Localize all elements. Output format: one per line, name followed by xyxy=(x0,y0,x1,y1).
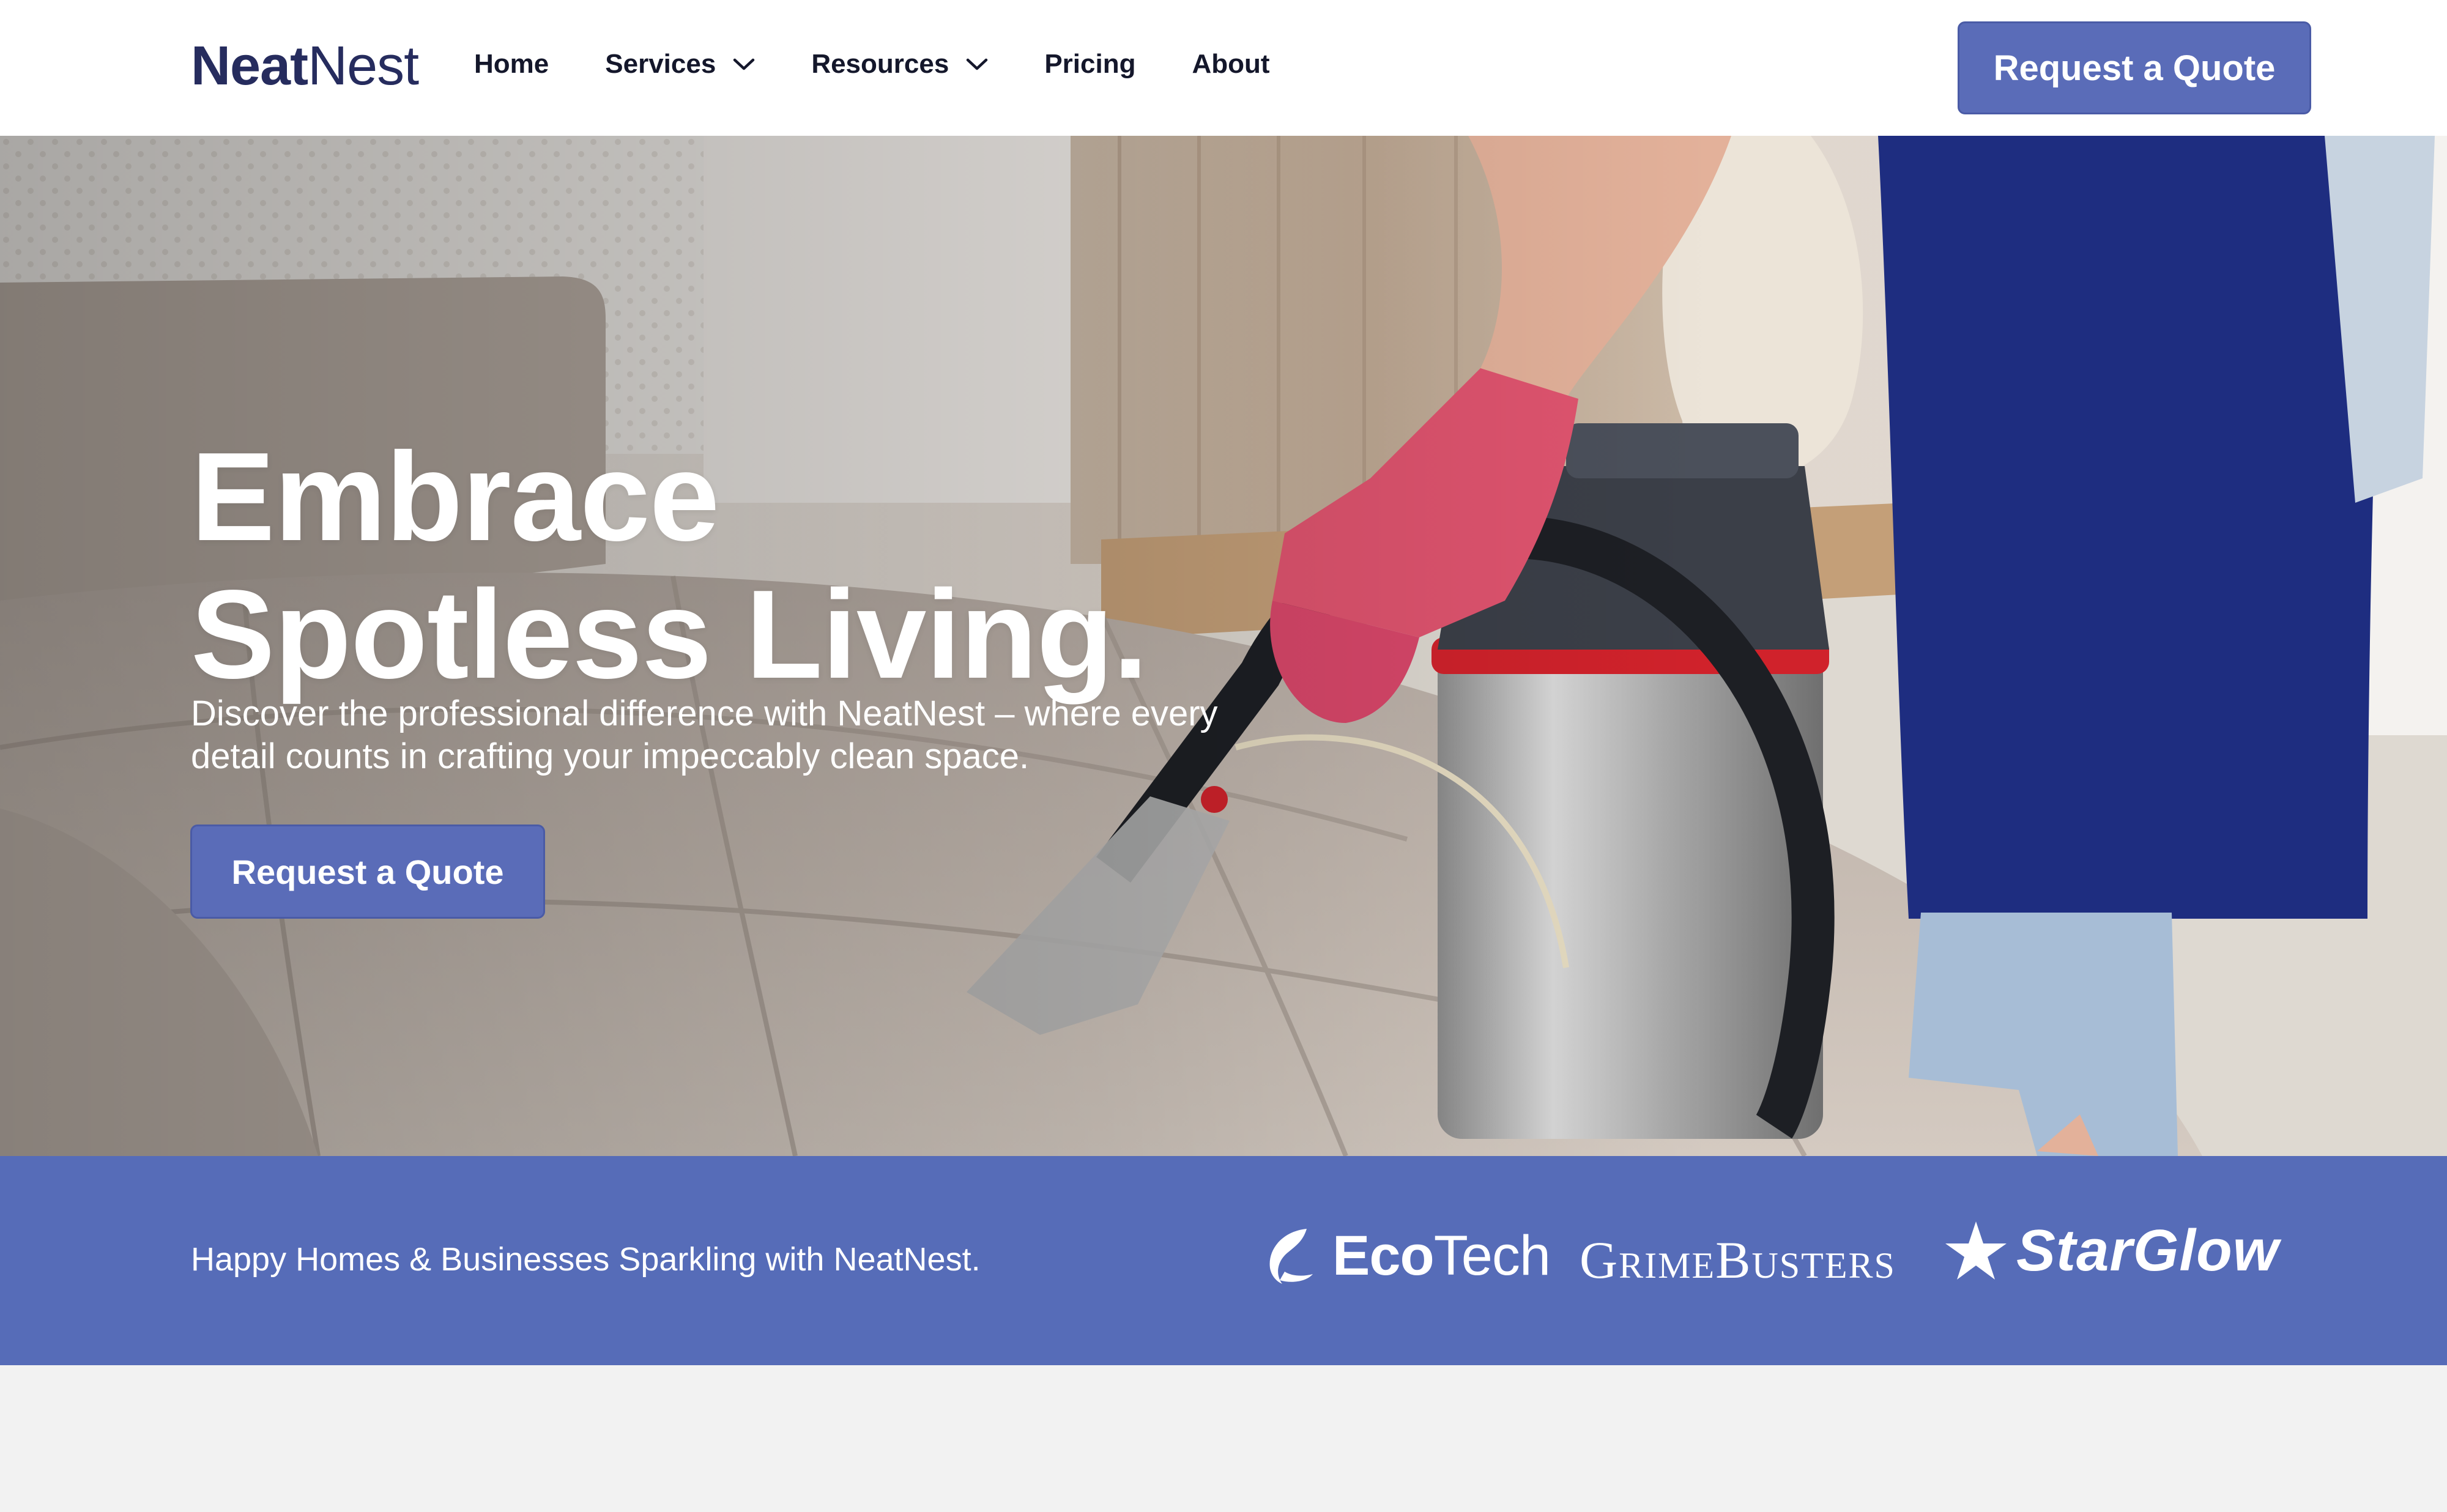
nav-home-label: Home xyxy=(474,49,549,79)
grimebusters-logo: GrimeBusters xyxy=(1580,1226,1896,1294)
leaf-swoosh-icon xyxy=(1269,1229,1313,1284)
star-icon xyxy=(1945,1221,2007,1280)
ecotech-light: Tech xyxy=(1433,1225,1551,1287)
main-nav: Home Services Resources Pricing About xyxy=(474,43,1326,86)
logo-bold: Neat xyxy=(191,35,308,97)
nav-resources-label: Resources xyxy=(811,49,949,79)
neatnest-logo[interactable]: NeatNest xyxy=(191,35,419,97)
starglow-logo: StarGlow xyxy=(1944,1217,2279,1284)
hero-title-line2: Spotless Living. xyxy=(191,564,1148,705)
site-header: NeatNest Home Services Resources Pricing… xyxy=(0,0,2447,136)
header-request-quote-button[interactable]: Request a Quote xyxy=(1958,21,2311,114)
starglow-name: StarGlow xyxy=(2016,1218,2279,1283)
nav-services-label: Services xyxy=(605,49,716,79)
hero-request-quote-button[interactable]: Request a Quote xyxy=(190,825,545,919)
nav-services[interactable]: Services xyxy=(605,43,755,86)
trust-band: Happy Homes & Businesses Sparkling with … xyxy=(0,1156,2447,1365)
chevron-down-icon xyxy=(966,57,988,71)
nav-about[interactable]: About xyxy=(1192,43,1269,86)
nav-home[interactable]: Home xyxy=(474,43,549,86)
nav-about-label: About xyxy=(1192,49,1270,79)
grimebusters-name: GrimeBusters xyxy=(1580,1231,1896,1289)
hero-title: Embrace Spotless Living. xyxy=(191,428,1414,703)
ecotech-bold: Eco xyxy=(1332,1225,1435,1287)
trust-band-text: Happy Homes & Businesses Sparkling with … xyxy=(191,1241,981,1278)
hero-subtitle: Discover the professional difference wit… xyxy=(191,694,1218,776)
nav-resources[interactable]: Resources xyxy=(811,43,988,86)
hero-section: Embrace Spotless Living. Discover the pr… xyxy=(0,136,2447,1156)
chevron-down-icon xyxy=(733,57,755,71)
nav-pricing[interactable]: Pricing xyxy=(1044,43,1135,86)
nav-pricing-label: Pricing xyxy=(1044,49,1136,79)
ecotech-logo: EcoTech xyxy=(1264,1222,1551,1289)
logo-light: Nest xyxy=(308,35,419,97)
next-section-panel xyxy=(0,1365,2447,1512)
hero-title-line1: Embrace xyxy=(191,426,719,568)
